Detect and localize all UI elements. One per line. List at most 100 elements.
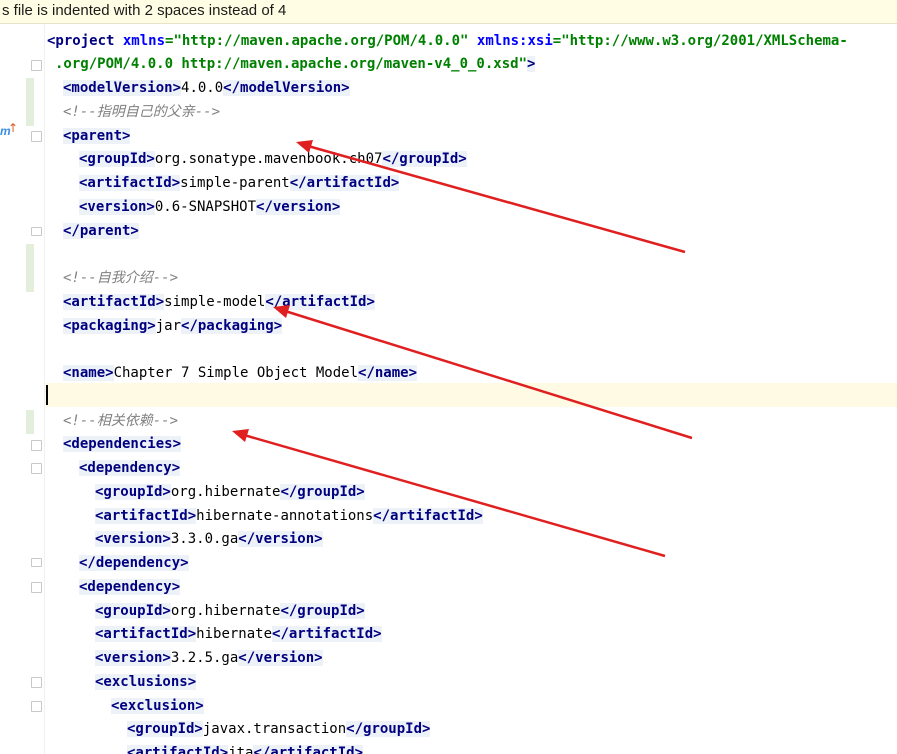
code-line-2[interactable]: .org/POM/4.0.0 http://maven.apache.org/m… bbox=[55, 53, 536, 77]
code-line-30[interactable]: <groupId>javax.transaction</groupId> bbox=[127, 718, 431, 742]
name-close: </name> bbox=[358, 365, 418, 381]
navigate-up-arrow-icon[interactable]: ↑ bbox=[8, 121, 18, 135]
comment-self-intro: <!--自我介绍--> bbox=[63, 270, 179, 286]
dependency-open: <dependency> bbox=[79, 579, 181, 595]
fold-toggle-icon[interactable] bbox=[31, 60, 42, 71]
vcs-change-marker[interactable] bbox=[26, 78, 34, 102]
code-line-9[interactable]: </parent> bbox=[63, 220, 139, 244]
exclusion-open: <exclusion> bbox=[111, 698, 204, 714]
parent-close: </parent> bbox=[63, 223, 139, 239]
exclusions-open: <exclusions> bbox=[95, 674, 197, 690]
code-line-3[interactable]: <modelVersion>4.0.0</modelVersion> bbox=[63, 77, 350, 101]
xmlns-value: "http://maven.apache.org/POM/4.0.0" bbox=[173, 33, 469, 49]
tag-open: <project bbox=[47, 33, 123, 49]
artifact-id-close: </artifactId> bbox=[253, 745, 364, 754]
code-line-21[interactable]: <artifactId>hibernate-annotations</artif… bbox=[95, 505, 483, 529]
artifact-id-open: <artifactId> bbox=[95, 626, 197, 642]
vcs-change-marker[interactable] bbox=[26, 102, 34, 126]
artifact-id-value: hibernate-annotations bbox=[196, 508, 374, 524]
fold-end-icon[interactable] bbox=[31, 227, 42, 236]
code-line-28[interactable]: <exclusions> bbox=[95, 671, 197, 695]
group-id-close: </groupId> bbox=[280, 484, 365, 500]
code-line-5[interactable]: <parent> bbox=[63, 125, 131, 149]
model-version-open: <modelVersion> bbox=[63, 80, 182, 96]
code-line-24[interactable]: <dependency> bbox=[79, 576, 181, 600]
version-open: <version> bbox=[95, 531, 171, 547]
dependency-open: <dependency> bbox=[79, 460, 181, 476]
group-id-value: org.sonatype.mavenbook.ch07 bbox=[154, 151, 383, 167]
fold-toggle-icon[interactable] bbox=[31, 131, 42, 142]
code-line-8[interactable]: <version>0.6-SNAPSHOT</version> bbox=[79, 196, 341, 220]
schema-location-value: .org/POM/4.0.0 http://maven.apache.org/m… bbox=[55, 56, 528, 72]
tag-close-bracket: > bbox=[527, 56, 536, 72]
banner-text: s file is indented with 2 spaces instead… bbox=[2, 2, 287, 19]
model-version-close: </modelVersion> bbox=[223, 80, 350, 96]
code-editor[interactable]: <project xmlns = "http://maven.apache.org/… bbox=[45, 24, 897, 754]
text-caret bbox=[46, 385, 48, 405]
artifact-id-close: </artifactId> bbox=[373, 508, 483, 524]
group-id-value: javax.transaction bbox=[202, 721, 347, 737]
vcs-change-marker[interactable] bbox=[26, 410, 34, 434]
packaging-open: <packaging> bbox=[63, 318, 156, 334]
artifact-id-open: <artifactId> bbox=[127, 745, 229, 754]
indentation-warning-banner: s file is indented with 2 spaces instead… bbox=[0, 0, 897, 24]
dependency-close: </dependency> bbox=[79, 555, 189, 571]
version-close: </version> bbox=[238, 650, 323, 666]
xmlns-attr: xmlns bbox=[122, 33, 166, 49]
xmlns-xsi-attr: xmlns:xsi bbox=[476, 33, 553, 49]
version-close: </version> bbox=[238, 531, 323, 547]
vcs-change-marker[interactable] bbox=[26, 268, 34, 292]
artifact-id-value: hibernate bbox=[196, 626, 273, 642]
group-id-open: <groupId> bbox=[127, 721, 203, 737]
code-line-25[interactable]: <groupId>org.hibernate</groupId> bbox=[95, 600, 365, 624]
artifact-id-close: </artifactId> bbox=[289, 175, 400, 191]
fold-toggle-icon[interactable] bbox=[31, 701, 42, 712]
vcs-change-marker[interactable] bbox=[26, 244, 34, 268]
artifact-id-open: <artifactId> bbox=[95, 508, 197, 524]
fold-end-icon[interactable] bbox=[31, 558, 42, 567]
code-line-6[interactable]: <groupId>org.sonatype.mavenbook.ch07</gr… bbox=[79, 148, 467, 172]
fold-toggle-icon[interactable] bbox=[31, 463, 42, 474]
code-line-20[interactable]: <groupId>org.hibernate</groupId> bbox=[95, 481, 365, 505]
fold-toggle-icon[interactable] bbox=[31, 677, 42, 688]
code-line-18[interactable]: <dependencies> bbox=[63, 433, 182, 457]
version-value: 3.2.5.ga bbox=[170, 650, 239, 666]
code-line-7[interactable]: <artifactId>simple-parent</artifactId> bbox=[79, 172, 400, 196]
version-open: <version> bbox=[95, 650, 171, 666]
packaging-value: jar bbox=[155, 318, 182, 334]
parent-open: <parent> bbox=[63, 128, 131, 144]
code-line-12[interactable]: <artifactId>simple-model</artifactId> bbox=[63, 291, 375, 315]
code-line-19[interactable]: <dependency> bbox=[79, 457, 181, 481]
code-line-22[interactable]: <version>3.3.0.ga</version> bbox=[95, 528, 323, 552]
code-line-29[interactable]: <exclusion> bbox=[111, 695, 204, 719]
fold-toggle-icon[interactable] bbox=[31, 440, 42, 451]
version-value: 3.3.0.ga bbox=[170, 531, 239, 547]
comment-dependencies: <!--相关依赖--> bbox=[63, 413, 179, 429]
group-id-close: </groupId> bbox=[382, 151, 467, 167]
code-line-31[interactable]: <artifactId>jta</artifactId> bbox=[127, 742, 364, 754]
code-line-26[interactable]: <artifactId>hibernate</artifactId> bbox=[95, 623, 382, 647]
dependencies-open: <dependencies> bbox=[63, 436, 182, 452]
artifact-id-value: simple-parent bbox=[180, 175, 290, 191]
equals: = bbox=[552, 33, 562, 49]
artifact-id-value: jta bbox=[228, 745, 254, 754]
group-id-close: </groupId> bbox=[280, 603, 365, 619]
code-line-13[interactable]: <packaging>jar</packaging> bbox=[63, 315, 283, 339]
code-line-15[interactable]: <name>Chapter 7 Simple Object Model</nam… bbox=[63, 362, 418, 386]
version-value: 0.6-SNAPSHOT bbox=[154, 199, 257, 215]
code-line-1[interactable]: <project xmlns = "http://maven.apache.org/… bbox=[47, 30, 848, 54]
comment-parent: <!--指明自己的父亲--> bbox=[63, 104, 221, 120]
code-line-27[interactable]: <version>3.2.5.ga</version> bbox=[95, 647, 323, 671]
xmlns-xsi-value: "http://www.w3.org/2001/XMLSchema- bbox=[561, 33, 848, 49]
version-open: <version> bbox=[79, 199, 155, 215]
artifact-id-close: </artifactId> bbox=[272, 626, 382, 642]
code-line-23[interactable]: </dependency> bbox=[79, 552, 189, 576]
artifact-id-close: </artifactId> bbox=[265, 294, 375, 310]
group-id-value: org.hibernate bbox=[170, 603, 281, 619]
artifact-id-open: <artifactId> bbox=[63, 294, 165, 310]
group-id-open: <groupId> bbox=[95, 603, 171, 619]
group-id-open: <groupId> bbox=[79, 151, 155, 167]
fold-toggle-icon[interactable] bbox=[31, 582, 42, 593]
group-id-close: </groupId> bbox=[346, 721, 431, 737]
group-id-value: org.hibernate bbox=[170, 484, 281, 500]
